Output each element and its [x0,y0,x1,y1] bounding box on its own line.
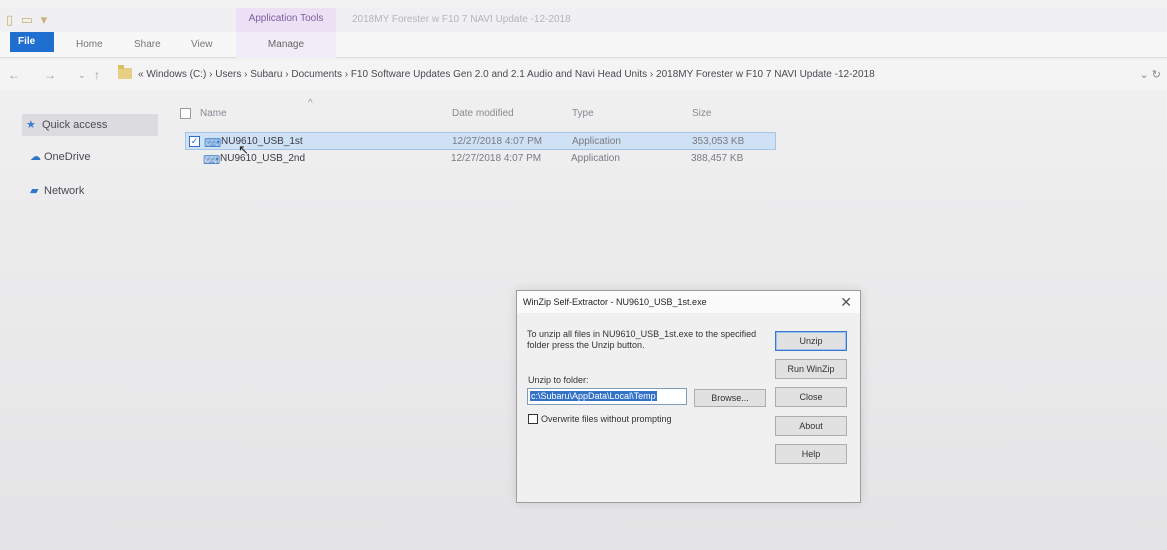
address-bar: ← → ⌄ ↑ « Windows (C:) › Users › Subaru … [0,60,1167,90]
winzip-dialog: WinZip Self-Extractor - NU9610_USB_1st.e… [516,290,861,503]
sort-chevron-icon: ^ [308,98,313,109]
file-name: NU9610_USB_2nd [220,153,306,164]
overwrite-label: Overwrite files without prompting [541,414,672,424]
up-arrow-icon[interactable]: ↑ [94,68,100,82]
dialog-message: To unzip all files in NU9610_USB_1st.exe… [527,329,757,350]
back-arrow-icon[interactable]: ← [8,68,20,82]
tab-manage[interactable]: Manage [236,32,336,58]
unzip-folder-input[interactable]: c:\Subaru\AppData\Local\Temp [527,388,687,405]
dialog-title: WinZip Self-Extractor - NU9610_USB_1st.e… [523,297,707,307]
tab-home[interactable]: Home [76,39,103,50]
navigation-pane: ★ Quick access ☁ OneDrive ▰ Network [0,98,175,548]
tab-file[interactable]: File [10,32,54,52]
unzip-folder-label: Unzip to folder: [528,375,589,385]
about-button[interactable]: About [775,416,847,436]
column-header-name[interactable]: Name [200,108,227,119]
breadcrumb[interactable]: « Windows (C:) › Users › Subaru › Docume… [138,69,875,80]
ribbon-tabs: File Home Share View Manage [0,32,1167,58]
quick-access-toolbar[interactable]: ▯ ▭ ▾ [6,12,49,28]
forward-arrow-icon[interactable]: → [44,68,56,82]
run-winzip-button[interactable]: Run WinZip [775,359,847,379]
column-header-type[interactable]: Type [572,108,594,119]
nav-network[interactable]: ▰ Network [28,180,84,202]
column-header-date[interactable]: Date modified [452,108,514,119]
nav-onedrive[interactable]: ☁ OneDrive [28,146,90,168]
help-button[interactable]: Help [775,444,847,464]
network-icon: ▰ [30,185,39,197]
context-tab-header: Application Tools [236,8,336,32]
folder-icon [118,65,132,79]
browse-button[interactable]: Browse... [694,389,766,407]
nav-network-label: Network [44,185,85,197]
nav-quick-access[interactable]: ★ Quick access [22,114,158,136]
file-date: 12/27/2018 4:07 PM [452,136,543,147]
application-icon: ⌨ [203,153,221,167]
row-checkbox[interactable]: ✓ [189,136,200,147]
tab-view[interactable]: View [191,39,213,50]
cloud-icon: ☁ [30,151,41,163]
window-title: 2018MY Forester w F10 7 NAVI Update -12-… [352,14,571,25]
mouse-cursor-icon: ↖ [238,142,249,157]
file-size: 388,457 KB [691,153,744,164]
tab-share[interactable]: Share [134,39,161,50]
file-row[interactable]: ✓ ⌨ NU9610_USB_1st 12/27/2018 4:07 PM Ap… [185,132,776,150]
file-date: 12/27/2018 4:07 PM [451,153,542,164]
refresh-chevron-icon[interactable]: ⌄ ↻ [1140,68,1162,81]
unzip-folder-value: c:\Subaru\AppData\Local\Temp [530,391,657,401]
file-type: Application [572,136,621,147]
close-button[interactable]: Close [775,387,847,407]
file-name: NU9610_USB_1st [221,136,303,147]
dialog-title-bar[interactable]: WinZip Self-Extractor - NU9610_USB_1st.e… [517,291,860,313]
screen: ▯ ▭ ▾ Application Tools 2018MY Forester … [0,0,1167,550]
file-type: Application [571,153,620,164]
nav-onedrive-label: OneDrive [44,151,91,163]
title-bar: ▯ ▭ ▾ Application Tools 2018MY Forester … [0,8,1167,32]
unzip-button[interactable]: Unzip [775,331,847,351]
file-list: ^ Name Date modified Type Size ✓ ⌨ NU961… [180,98,1160,218]
recent-chevron-icon[interactable]: ⌄ [78,70,86,81]
file-row[interactable]: ⌨ NU9610_USB_2nd 12/27/2018 4:07 PM Appl… [185,150,776,168]
close-icon[interactable]: ✕ [840,294,852,311]
column-header-size[interactable]: Size [692,108,711,119]
nav-quick-access-label: Quick access [42,119,108,131]
overwrite-checkbox[interactable] [528,414,538,424]
select-all-checkbox[interactable] [180,108,191,119]
star-icon: ★ [26,119,36,131]
file-size: 353,053 KB [692,136,745,147]
